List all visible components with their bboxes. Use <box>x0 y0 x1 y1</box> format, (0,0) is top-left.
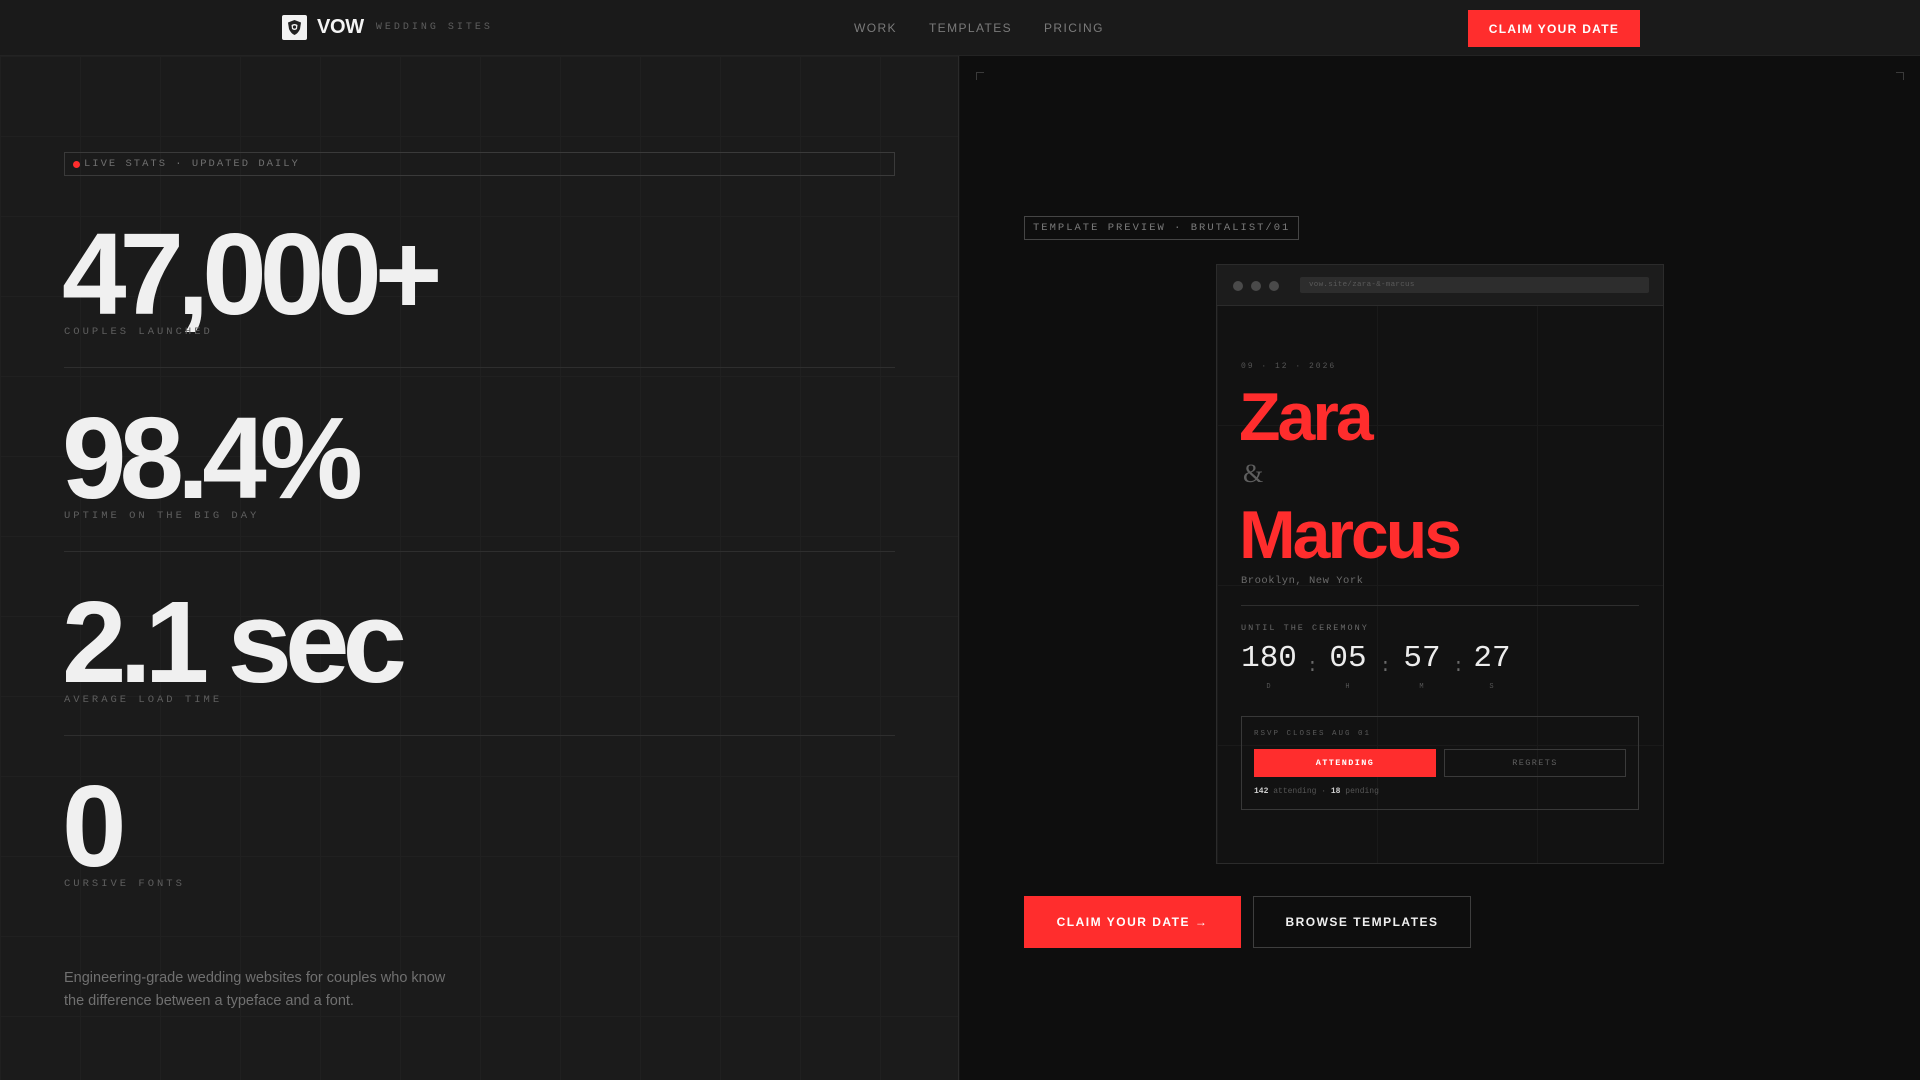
window-dot-icon <box>1251 281 1261 291</box>
rsvp-counts: 142 attending · 18 pending <box>1254 787 1379 796</box>
corner-mark <box>976 72 984 80</box>
countdown-separator: : <box>1307 657 1318 677</box>
stat-label: AVERAGE LOAD TIME <box>64 694 223 706</box>
countdown-unit: D <box>1266 683 1272 691</box>
live-stats-label: LIVE STATS · UPDATED DAILY <box>84 158 300 170</box>
browser-chrome: vow.site/zara-&-marcus <box>1217 265 1663 306</box>
nav-link-templates[interactable]: TEMPLATES <box>929 21 1012 35</box>
stat-cursive-fonts: 0 CURSIVE FONTS <box>62 761 895 952</box>
browse-templates-button[interactable]: BROWSE TEMPLATES <box>1253 896 1471 948</box>
countdown-unit: M <box>1419 683 1425 691</box>
countdown-value: 27 <box>1473 641 1511 676</box>
claim-your-date-button[interactable]: CLAIM YOUR DATE → <box>1024 896 1241 948</box>
pending-word: pending <box>1345 787 1379 796</box>
countdown-days: 180 D <box>1241 643 1297 691</box>
pending-count: 18 <box>1330 787 1341 796</box>
countdown-hours: 05 H <box>1329 643 1367 691</box>
shield-logo-icon <box>282 15 307 40</box>
countdown-unit: H <box>1345 683 1351 691</box>
main-nav: WORK TEMPLATES PRICING <box>854 21 1104 35</box>
divider <box>64 367 895 368</box>
corner-mark <box>1896 72 1904 80</box>
divider <box>64 551 895 552</box>
countdown-minutes: 57 M <box>1403 643 1441 691</box>
address-bar: vow.site/zara-&-marcus <box>1300 277 1649 293</box>
stat-uptime: 98.4% UPTIME ON THE BIG DAY <box>62 393 895 584</box>
wedding-date: 09 · 12 · 2026 <box>1241 362 1337 371</box>
attending-button[interactable]: ATTENDING <box>1254 749 1436 777</box>
countdown-value: 180 <box>1241 641 1297 676</box>
live-stats-badge: LIVE STATS · UPDATED DAILY <box>64 152 895 176</box>
hero-description: Engineering-grade wedding websites for c… <box>64 970 446 1009</box>
ampersand: & <box>1243 459 1264 488</box>
count-separator: · <box>1321 787 1327 796</box>
wedding-location: Brooklyn, New York <box>1241 575 1364 587</box>
countdown-separator: : <box>1453 657 1464 677</box>
attending-word: attending <box>1273 787 1317 796</box>
countdown-unit: S <box>1489 683 1495 691</box>
stat-load-time: 2.1 sec AVERAGE LOAD TIME <box>62 577 895 768</box>
attending-count: 142 <box>1254 787 1269 796</box>
stat-label: CURSIVE FONTS <box>64 878 185 890</box>
brand-tagline: WEDDING SITES <box>375 22 493 33</box>
countdown-label: UNTIL THE CEREMONY <box>1241 623 1369 633</box>
rsvp-card: RSVP CLOSES AUG 01 ATTENDING REGRETS 142… <box>1241 716 1639 810</box>
template-preview-panel: TEMPLATE PREVIEW · BRUTALIST/01 vow.site… <box>960 56 1920 1080</box>
stats-panel: LIVE STATS · UPDATED DAILY 47,000+ COUPL… <box>0 56 959 1080</box>
nav-link-pricing[interactable]: PRICING <box>1044 21 1104 35</box>
divider <box>1241 605 1639 606</box>
divider <box>64 735 895 736</box>
window-dot-icon <box>1269 281 1279 291</box>
window-dot-icon <box>1233 281 1243 291</box>
countdown-separator: : <box>1380 657 1391 677</box>
regrets-button[interactable]: REGRETS <box>1444 749 1626 777</box>
template-preview-badge: TEMPLATE PREVIEW · BRUTALIST/01 <box>1024 216 1300 240</box>
rsvp-deadline: RSVP CLOSES AUG 01 <box>1254 730 1372 738</box>
stat-value: 0 <box>62 761 126 891</box>
partner-name-1: Zara <box>1239 379 1374 455</box>
header-claim-date-button[interactable]: CLAIM YOUR DATE <box>1468 10 1640 47</box>
brand-logo[interactable]: VOW WEDDING SITES <box>282 15 493 40</box>
stat-couples-launched: 47,000+ COUPLES LAUNCHED <box>62 209 895 400</box>
stat-value: 2.1 sec <box>62 577 407 707</box>
site-header: VOW WEDDING SITES WORK TEMPLATES PRICING… <box>0 0 1920 56</box>
countdown-value: 57 <box>1403 641 1441 676</box>
live-indicator-dot-icon <box>73 160 80 168</box>
stat-value: 98.4% <box>62 393 363 523</box>
partner-name-2: Marcus <box>1239 497 1462 573</box>
stat-label: COUPLES LAUNCHED <box>64 326 213 338</box>
countdown-value: 05 <box>1329 641 1367 676</box>
stat-label: UPTIME ON THE BIG DAY <box>64 510 260 522</box>
brand-name: VOW <box>317 16 364 38</box>
stat-value: 47,000+ <box>62 209 443 339</box>
countdown-seconds: 27 S <box>1473 643 1511 691</box>
nav-link-work[interactable]: WORK <box>854 21 897 35</box>
template-mockup[interactable]: vow.site/zara-&-marcus 09 · 12 · 2026 Za… <box>1216 264 1664 864</box>
